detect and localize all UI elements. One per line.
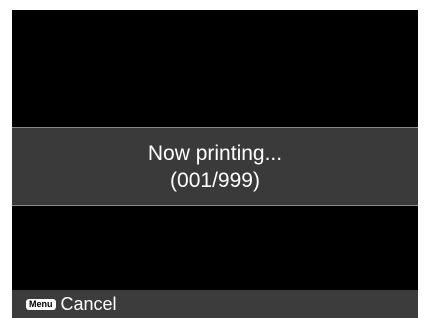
footer-bar: Menu Cancel (12, 290, 418, 318)
menu-button-icon: Menu (26, 298, 56, 310)
camera-screen: Now printing... (001/999) Menu Cancel (12, 10, 418, 318)
cancel-label: Cancel (60, 294, 117, 314)
printing-message: Now printing... (147, 141, 283, 165)
print-progress-counter: (001/999) (170, 168, 260, 192)
printing-status-banner: Now printing... (001/999) (12, 127, 418, 206)
cancel-button[interactable]: Menu Cancel (26, 293, 117, 315)
